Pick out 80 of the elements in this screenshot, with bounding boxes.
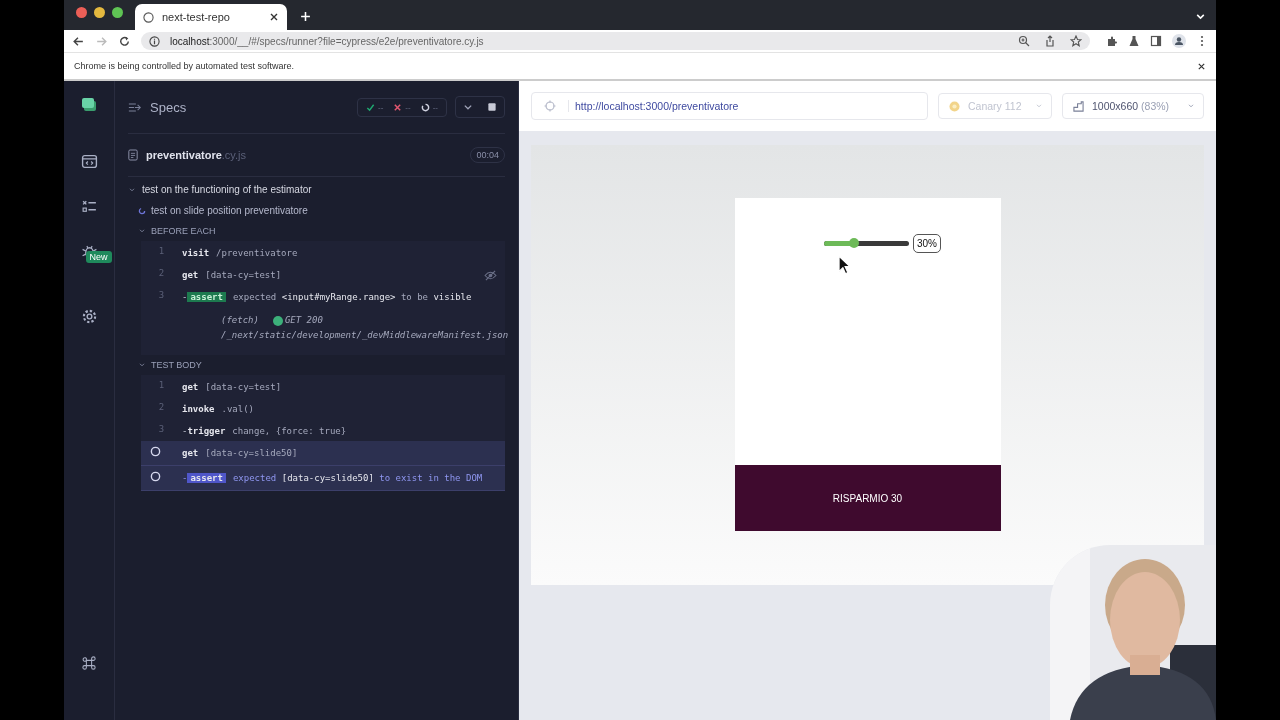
automation-notice: Chrome is being controlled by automated test software. [74, 61, 295, 71]
hook-title[interactable]: TEST BODY [128, 355, 505, 375]
command-row[interactable]: 2 get [data-cy=test] [141, 263, 505, 285]
test-title[interactable]: test on slide position preventivatore [151, 205, 308, 216]
reload-icon[interactable] [118, 34, 131, 48]
chevron-down-icon [1035, 102, 1043, 110]
zoom-icon[interactable] [1018, 35, 1030, 47]
profile-icon[interactable] [1172, 34, 1186, 48]
eye-off-icon [484, 270, 497, 281]
command-name: (fetch) [221, 314, 259, 327]
browser-tab[interactable]: next-test-repo [135, 4, 287, 30]
close-icon[interactable] [1197, 61, 1206, 71]
command-row[interactable]: - assert expected [data-cy=slide50] to exist in the DOM [141, 466, 505, 491]
settings-icon[interactable] [80, 308, 98, 325]
command-row[interactable]: 1 get [data-cy=test] [141, 375, 505, 397]
maximize-window-button[interactable] [112, 7, 123, 18]
cypress-icon [143, 11, 154, 23]
back-icon[interactable] [72, 34, 85, 48]
file-icon [128, 149, 138, 161]
line-number: 1 [158, 380, 165, 390]
suite-title[interactable]: test on the functioning of the estimator [128, 177, 505, 201]
command-row[interactable]: 2 invoke .val() [141, 397, 505, 419]
pending-icon [150, 471, 161, 482]
request-status: GET 200 [284, 314, 323, 327]
info-icon [149, 35, 160, 47]
star-icon[interactable] [1070, 35, 1082, 47]
puzzle-icon[interactable] [1106, 35, 1118, 47]
close-window-button[interactable] [76, 7, 87, 18]
command-text: - assert expected [data-cy=slide50] to exist in the DOM [182, 472, 484, 485]
spinner-icon [420, 102, 430, 112]
command-text: - assert expected <input#myRange.range> to be visible [182, 291, 473, 304]
new-badge: New [85, 251, 112, 263]
list-icon[interactable] [80, 198, 98, 215]
spec-name: preventivatore.cy.js [146, 149, 247, 161]
caret-icon [138, 227, 146, 235]
new-tab-icon[interactable] [300, 11, 311, 22]
cursor-icon [837, 255, 851, 275]
stat-count: -- [405, 102, 411, 112]
command-row[interactable]: 1 visit /preventivatore [141, 241, 505, 263]
ruler-icon [1073, 100, 1084, 112]
pending-icon [150, 446, 161, 457]
range-slider[interactable] [824, 241, 909, 246]
browser-icon [949, 100, 960, 112]
cross-icon [393, 102, 403, 112]
viewport-select[interactable]: 1000x660 (83%) [1062, 93, 1204, 119]
flask-icon[interactable] [1128, 35, 1140, 47]
command-key-icon[interactable] [82, 656, 96, 670]
app-logo-icon[interactable] [81, 97, 97, 113]
savings-banner: RISPARMIO 30 [734, 465, 1001, 531]
command-row[interactable]: get [data-cy=slide50] [141, 441, 505, 466]
check-icon [366, 102, 375, 112]
command-text: get [data-cy=test] [182, 269, 283, 282]
line-number: 1 [158, 246, 165, 256]
minimize-window-button[interactable] [94, 7, 105, 18]
command-text: invoke .val() [182, 403, 256, 416]
spinner-icon [138, 206, 146, 215]
address-bar[interactable]: localhost:3000/__/#/specs/runner?file=cypress/e2e/preventivatore.cy.js [141, 32, 1090, 50]
url-field[interactable]: http://localhost:3000/preventivatore [531, 92, 928, 120]
line-number: 2 [158, 268, 165, 278]
side-panel-icon[interactable] [1150, 35, 1162, 47]
collapse-icon [128, 101, 142, 113]
caret-icon [138, 361, 146, 369]
command-text: get [data-cy=slide50] [182, 447, 299, 460]
slider-value: 30% [913, 234, 941, 253]
command-text: -trigger change, {force: true} [182, 425, 348, 438]
specs-toggle[interactable]: Specs [128, 99, 187, 115]
status-dot-icon [272, 315, 283, 326]
command-text: visit /preventivatore [182, 247, 299, 260]
hook-title[interactable]: BEFORE EACH [128, 221, 505, 241]
line-number: 2 [158, 402, 165, 412]
stat-count: -- [432, 102, 438, 112]
caret-icon [128, 185, 136, 194]
close-icon[interactable] [269, 12, 279, 22]
share-icon[interactable] [1044, 35, 1056, 47]
request-url: /_next/static/development/_devMiddlewareManifest.json [221, 329, 509, 342]
browser-window-icon[interactable] [80, 153, 98, 170]
slider-thumb[interactable] [848, 238, 859, 248]
command-text: get [data-cy=test] [182, 381, 283, 394]
chevron-down-icon [1187, 102, 1195, 110]
stat-count: -- [378, 102, 384, 112]
